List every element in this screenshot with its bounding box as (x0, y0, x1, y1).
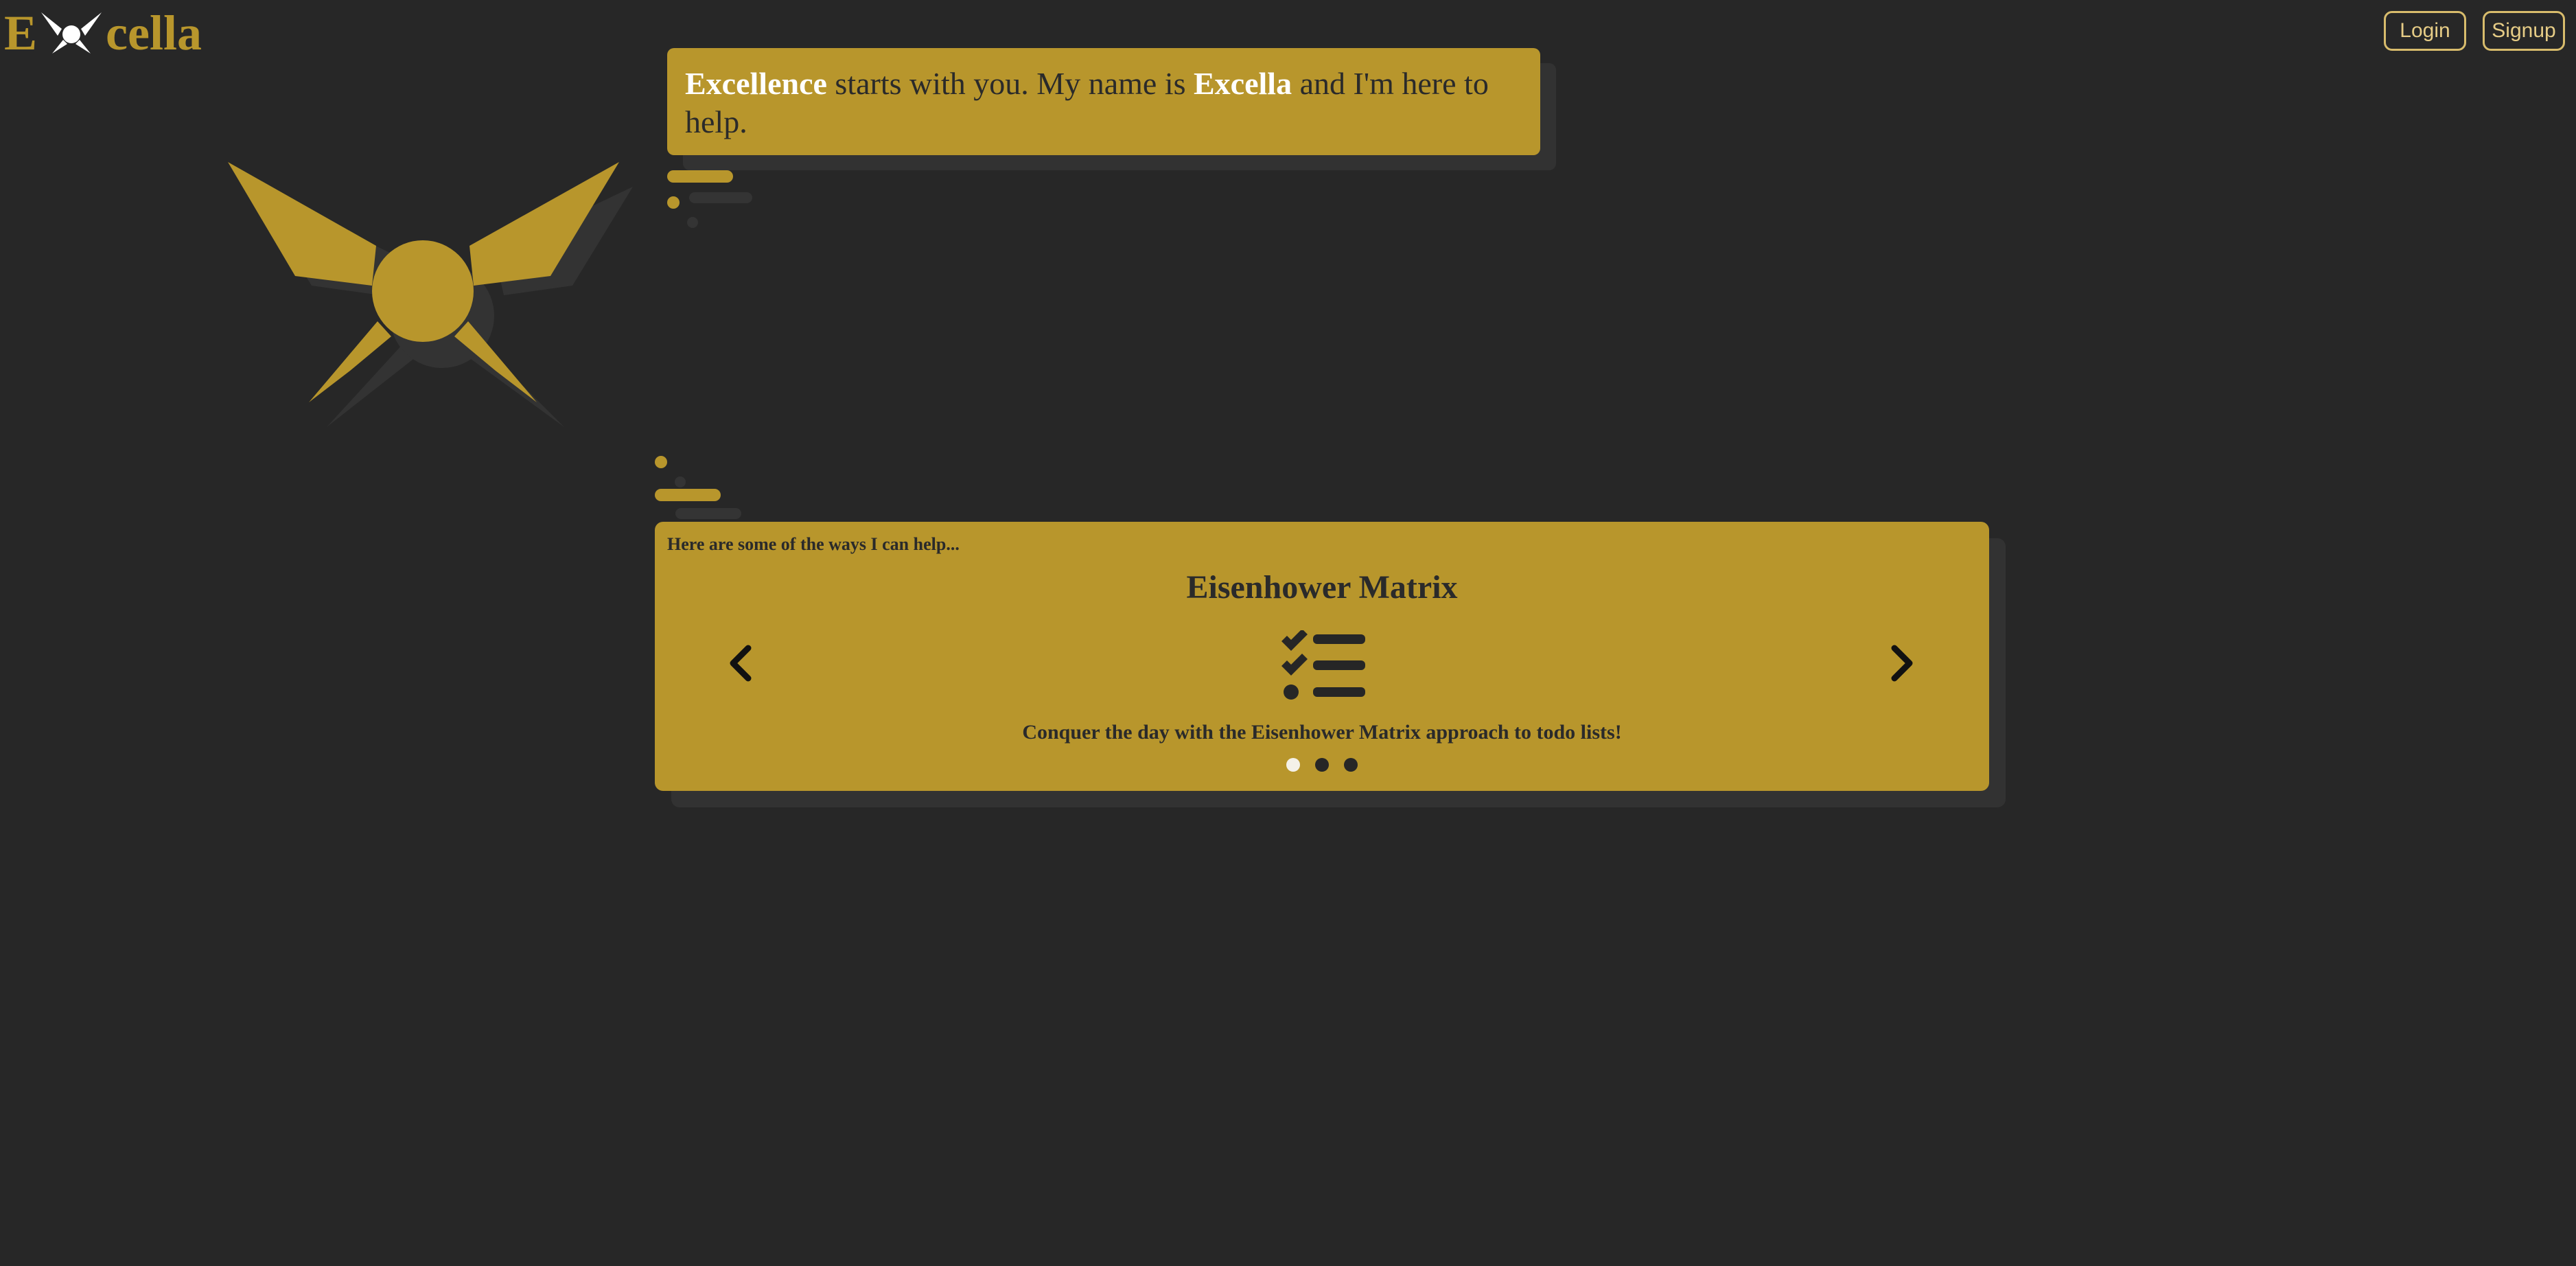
chevron-right-icon[interactable] (1879, 636, 1921, 691)
carousel-indicators (655, 758, 1989, 772)
slide-description: Conquer the day with the Eisenhower Matr… (1022, 721, 1622, 744)
card-tail-bar (655, 489, 721, 501)
card-tail-bar-shadow (675, 508, 741, 519)
greeting-strong-excella: Excella (1194, 66, 1292, 101)
greeting-text-1: starts with you. My name is (826, 66, 1194, 101)
mascot-bowtie-icon (228, 162, 633, 427)
bubble-tail-dot (667, 196, 680, 209)
bubble-tail-bar (667, 170, 733, 183)
greeting-strong-excellence: Excellence (685, 66, 827, 101)
carousel-intro: Here are some of the ways I can help... (667, 534, 960, 554)
login-button[interactable]: Login (2384, 11, 2466, 51)
carousel-indicator-1[interactable] (1286, 758, 1300, 772)
slide-title: Eisenhower Matrix (1186, 569, 1458, 606)
logo-text-right: cella (106, 5, 202, 60)
bubble-tail-bar-shadow (689, 192, 752, 203)
greeting-bubble: Excellence starts with you. My name is E… (667, 48, 1540, 155)
brand-logo[interactable]: E cella (4, 5, 202, 60)
logo-text-left: E (4, 5, 38, 60)
carousel-card: Here are some of the ways I can help... … (655, 522, 1989, 791)
bowtie-logo-icon (41, 12, 102, 54)
signup-button[interactable]: Signup (2483, 11, 2565, 51)
card-tail-dot (655, 456, 667, 468)
bubble-tail-dot-shadow (687, 217, 698, 228)
carousel-indicator-3[interactable] (1344, 758, 1358, 772)
carousel-indicator-2[interactable] (1315, 758, 1329, 772)
tasks-checklist-icon (1281, 630, 1365, 700)
chevron-left-icon[interactable] (722, 636, 763, 691)
card-tail-dot-shadow (675, 476, 686, 487)
